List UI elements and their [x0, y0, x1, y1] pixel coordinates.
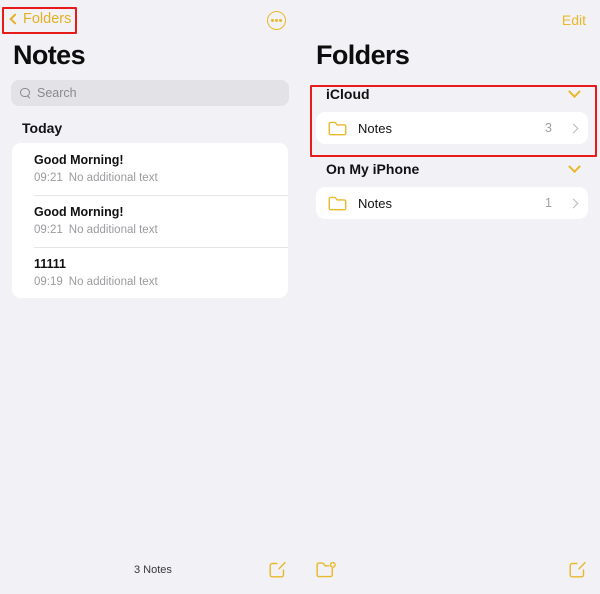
note-meta: 09:19 No additional text — [34, 275, 276, 290]
folder-row-notes[interactable]: Notes 1 — [316, 187, 588, 219]
folders-page-title: Folders — [316, 40, 410, 70]
compose-note-button-right[interactable] — [568, 560, 587, 584]
ellipsis-dot — [275, 19, 278, 22]
folder-card-icloud: Notes 3 — [316, 112, 588, 144]
notes-page-title: Notes — [13, 40, 86, 70]
group-name: On My iPhone — [326, 161, 420, 177]
folder-group-on-my-iphone: On My iPhone Notes 1 — [300, 157, 600, 219]
new-folder-icon — [316, 561, 336, 578]
note-title: Good Morning! — [34, 153, 124, 167]
folder-row-notes[interactable]: Notes 3 — [316, 112, 588, 144]
folder-name: Notes — [358, 120, 392, 136]
group-header-icloud[interactable]: iCloud — [300, 82, 600, 106]
today-section-header: Today — [22, 120, 63, 136]
notes-list: Good Morning! 09:21 No additional text G… — [12, 143, 288, 299]
ellipsis-dot — [271, 19, 274, 22]
note-meta: 09:21 No additional text — [34, 171, 276, 186]
search-icon — [20, 87, 31, 99]
notes-app-screen: Folders Notes Search Today Good Morning!… — [0, 0, 600, 594]
ellipsis-dot — [279, 19, 282, 22]
note-list-item[interactable]: Good Morning! 09:21 No additional text — [12, 143, 288, 195]
note-time: 09:19 — [34, 275, 63, 288]
folder-icon — [328, 121, 347, 135]
search-placeholder: Search — [37, 86, 77, 100]
group-name: iCloud — [326, 86, 370, 102]
group-header-on-my-iphone[interactable]: On My iPhone — [300, 157, 600, 181]
bottom-toolbar: 3 Notes — [0, 548, 600, 594]
note-title: 11111 — [34, 256, 67, 271]
chevron-down-icon[interactable] — [568, 159, 581, 173]
folder-count: 3 — [545, 121, 552, 135]
folder-name: Notes — [358, 195, 392, 211]
note-preview: No additional text — [68, 171, 158, 184]
chevron-left-icon — [9, 13, 21, 25]
ellipsis-circle-icon[interactable] — [267, 11, 286, 30]
folders-pane: Edit Folders iCloud Notes 3 On My iPhone… — [300, 0, 600, 548]
right-navigation-bar: Edit — [300, 0, 600, 38]
folder-count: 1 — [545, 196, 552, 210]
back-to-folders-button[interactable]: Folders — [8, 9, 74, 29]
note-list-item[interactable]: 11111 09:19 No additional text — [12, 246, 288, 299]
note-preview: No additional text — [68, 275, 158, 288]
compose-icon — [569, 561, 586, 578]
note-title: Good Morning! — [34, 204, 124, 219]
chevron-right-icon — [568, 123, 579, 133]
edit-button[interactable]: Edit — [559, 10, 589, 30]
note-meta: 09:21 No additional text — [34, 223, 276, 238]
notes-list-pane: Folders Notes Search Today Good Morning!… — [0, 0, 300, 548]
chevron-down-icon[interactable] — [568, 84, 581, 98]
search-container: Search — [0, 69, 300, 106]
folder-card-on-my-iphone: Notes 1 — [316, 187, 588, 219]
notes-count-label: 3 Notes — [134, 564, 172, 576]
compose-icon — [269, 561, 286, 578]
search-input[interactable]: Search — [11, 80, 289, 106]
back-button-label: Folders — [23, 11, 72, 27]
note-list-item[interactable]: Good Morning! 09:21 No additional text — [12, 194, 288, 247]
note-time: 09:21 — [34, 223, 63, 236]
chevron-right-icon — [568, 198, 579, 208]
left-navigation-bar: Folders — [0, 0, 300, 38]
compose-note-button-left[interactable] — [268, 560, 287, 584]
note-preview: No additional text — [68, 223, 158, 236]
folder-group-icloud: iCloud Notes 3 — [300, 82, 600, 144]
note-time: 09:21 — [34, 171, 63, 184]
new-folder-button[interactable] — [316, 561, 337, 584]
folder-icon — [328, 196, 347, 210]
